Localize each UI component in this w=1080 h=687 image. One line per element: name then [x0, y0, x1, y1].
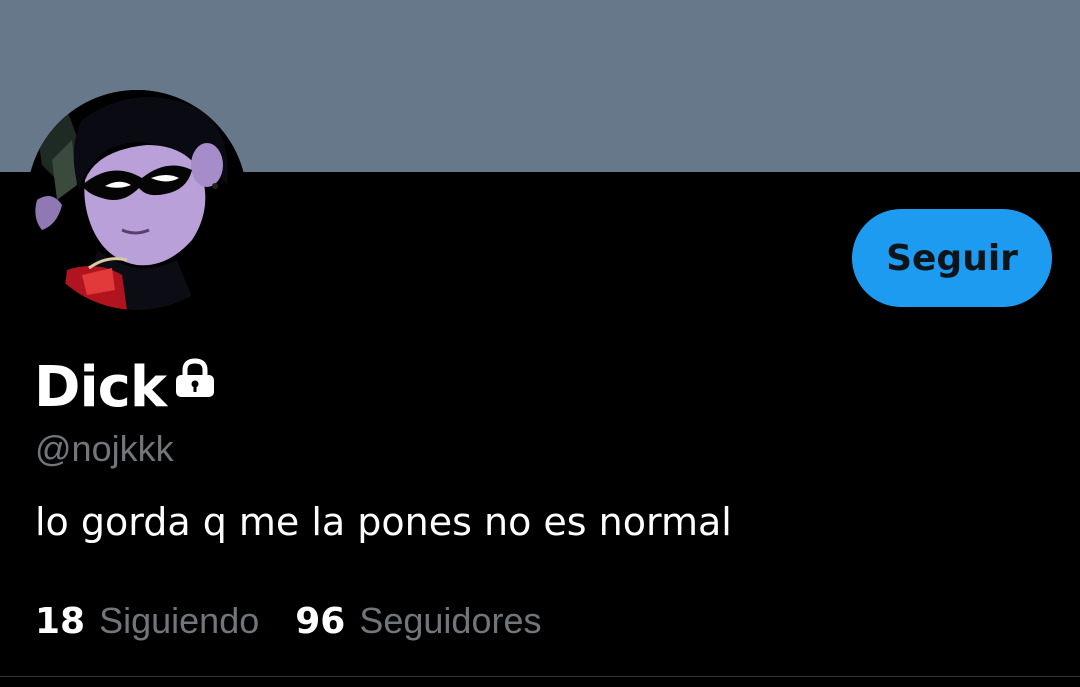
divider [0, 676, 1080, 677]
profile-bio: lo gorda q me la pones no es normal [35, 500, 732, 544]
avatar[interactable] [27, 90, 247, 310]
following-link[interactable]: 18 Siguiendo [35, 600, 259, 642]
following-count: 18 [35, 601, 86, 642]
followers-count: 96 [295, 601, 346, 642]
profile-name-row: Dick [34, 352, 216, 422]
following-label: Siguiendo [99, 600, 260, 641]
display-name: Dick [34, 354, 167, 420]
followers-link[interactable]: 96 Seguidores [295, 600, 541, 642]
profile-handle: @nojkkk [35, 428, 174, 469]
lock-icon [174, 358, 216, 402]
profile-stats: 18 Siguiendo 96 Seguidores [35, 600, 542, 642]
follow-button[interactable]: Seguir [852, 209, 1052, 307]
followers-label: Seguidores [359, 600, 542, 641]
avatar-image [27, 90, 247, 310]
